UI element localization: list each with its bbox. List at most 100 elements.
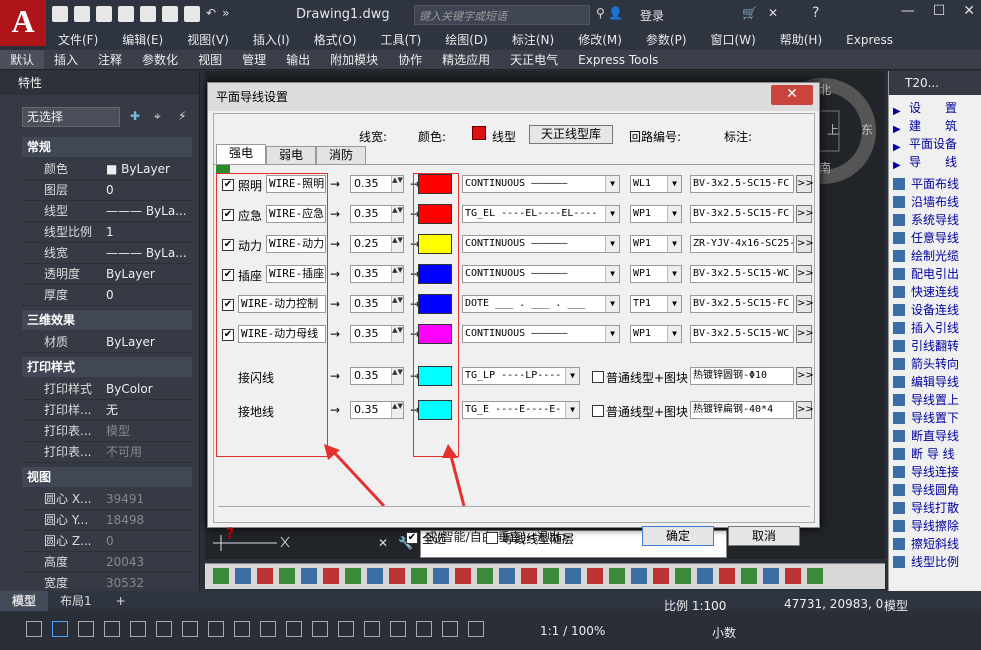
prop-row[interactable]: 打印表... 模型 [22,421,192,442]
ok-button[interactable]: 确定 [642,526,714,546]
width-stepper[interactable]: 0.35 ▲▼ [350,175,404,193]
prop-row[interactable]: 厚度 0 [22,285,192,306]
maximize-icon[interactable]: ☐ [933,3,946,19]
tool-icon[interactable] [763,568,779,584]
ribbon-tab-10[interactable]: 天正电气 [500,50,568,69]
prop-row[interactable]: 圆心 Y... 18498 [22,510,192,531]
circuit-select[interactable]: WP1 ▼ [630,205,682,223]
mark-field[interactable]: BV-3x2.5-SC15-FC [690,205,794,223]
cart-icon[interactable]: 🛒 [742,6,757,20]
exchange-icon[interactable]: ✕ [768,6,778,20]
units-readout[interactable]: 小数 [712,624,736,641]
selection-dropdown[interactable]: 无选择 [22,107,120,127]
search-input[interactable]: 键入关键字或短语 [414,5,590,25]
dropdown-icon[interactable]: ▼ [605,266,619,282]
menu-item-4[interactable]: 格式(O) [302,30,369,50]
section-print[interactable]: 打印样式 [22,357,192,377]
circuit-select[interactable]: WP1 ▼ [630,325,682,343]
circuit-select[interactable]: TP1 ▼ [630,295,682,313]
prop-row[interactable]: 线型 ——— ByLa... [22,201,192,222]
status-toggle-icon[interactable] [338,621,354,637]
ltype-select[interactable]: CONTINUOUS —————— ▼ [462,175,620,193]
stepper-arrows-icon[interactable]: ▲▼ [391,326,403,342]
dropdown-icon[interactable]: ▼ [667,176,681,192]
open-icon[interactable] [74,6,90,22]
ltype-block-checkbox[interactable] [592,405,604,417]
stepper-arrows-icon[interactable]: ▲▼ [391,236,403,252]
annotation-scale[interactable]: 1:1 / 100% [540,624,605,638]
dropdown-icon[interactable]: ▼ [605,296,619,312]
tab-strong[interactable]: 强电 [216,144,266,164]
menu-item-8[interactable]: 修改(M) [566,30,634,50]
menu-item-9[interactable]: 参数(P) [634,30,699,50]
tool-icon[interactable] [719,568,735,584]
prop-row[interactable]: 线宽 ——— ByLa... [22,243,192,264]
print-icon[interactable] [184,6,200,22]
tool-icon[interactable] [477,568,493,584]
status-toggle-icon[interactable] [286,621,302,637]
tool-icon[interactable] [257,568,273,584]
prop-row[interactable]: 线型比例 1 [22,222,192,243]
ribbon-tab-7[interactable]: 附加模块 [320,50,388,69]
tab-weak[interactable]: 弱电 [266,146,316,164]
help-icon[interactable]: ? [226,526,234,542]
menu-item-2[interactable]: 视图(V) [175,30,241,50]
ltype-select[interactable]: DOTE ___ . ___ . ___ ▼ [462,295,620,313]
rpal-category-3[interactable]: ▶ 导 线 [893,153,979,171]
circuit-select[interactable]: WP1 ▼ [630,265,682,283]
tool-icon[interactable] [543,568,559,584]
tool-icon[interactable] [433,568,449,584]
more-button[interactable]: >> [796,367,814,385]
minimize-icon[interactable]: — [901,3,915,19]
dropdown-icon[interactable]: ▼ [605,326,619,342]
more-button[interactable]: >> [796,205,814,223]
menu-item-1[interactable]: 编辑(E) [110,30,175,50]
rpal-item-5[interactable]: 配电引出 [893,265,979,283]
stepper-arrows-icon[interactable]: ▲▼ [391,266,403,282]
redo-icon[interactable]: » [222,6,229,22]
tool-icon[interactable] [785,568,801,584]
cloud-icon[interactable] [140,6,156,22]
menu-item-11[interactable]: 帮助(H) [768,30,834,50]
tool-icon[interactable] [675,568,691,584]
cancel-button[interactable]: 取消 [728,526,800,546]
width-stepper[interactable]: 0.35 ▲▼ [350,401,404,419]
rpal-item-7[interactable]: 设备连线 [893,301,979,319]
layout-tab-2[interactable]: + [104,591,138,611]
section-three-d[interactable]: 三维效果 [22,310,192,330]
tool-icon[interactable] [521,568,537,584]
dropdown-icon[interactable]: ▼ [667,296,681,312]
status-toggle-icon[interactable] [416,621,432,637]
menu-item-3[interactable]: 插入(I) [241,30,302,50]
mark-field[interactable]: BV-3x2.5-SC15-WC [690,325,794,343]
rpal-item-8[interactable]: 插入引线 [893,319,979,337]
rpal-item-11[interactable]: 编辑导线 [893,373,979,391]
menu-item-0[interactable]: 文件(F) [46,30,110,50]
prop-row[interactable]: 高度 20043 [22,552,192,573]
dropdown-icon[interactable]: ▼ [667,236,681,252]
dropdown-icon[interactable]: ▼ [605,206,619,222]
status-toggle-icon[interactable] [312,621,328,637]
dialog-close-button[interactable]: ✕ [771,85,813,105]
more-button[interactable]: >> [796,265,814,283]
compass-center[interactable]: 上 [827,121,839,138]
login-link[interactable]: 登录 [640,7,664,24]
undo-icon[interactable]: ↶ [206,6,216,22]
tool-icon[interactable] [587,568,603,584]
rpal-item-4[interactable]: 绘制光缆 [893,247,979,265]
tool-icon[interactable] [653,568,669,584]
dropdown-icon[interactable]: ▼ [667,326,681,342]
mark-field[interactable]: ZR-YJV-4x16-SC25- [690,235,794,253]
select-all-checkbox[interactable]: ✔ [406,532,418,544]
prop-row[interactable]: 圆心 X... 39491 [22,489,192,510]
model-space-toggle[interactable]: 模型 [884,597,908,614]
tool-icon[interactable] [323,568,339,584]
width-stepper[interactable]: 0.25 ▲▼ [350,235,404,253]
more-button[interactable]: >> [796,295,814,313]
status-toggle-icon[interactable] [468,621,484,637]
follow-layer-checkbox[interactable] [486,532,498,544]
dropdown-icon[interactable]: ▼ [565,368,579,384]
status-toggle-icon[interactable] [156,621,172,637]
menu-item-6[interactable]: 绘图(D) [433,30,500,50]
tool-icon[interactable] [235,568,251,584]
